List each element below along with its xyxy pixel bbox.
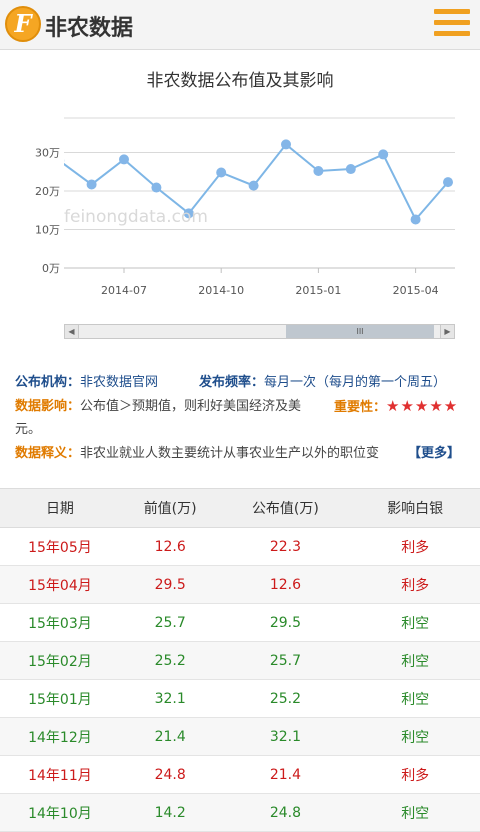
cell-effect: 利空 (350, 603, 480, 642)
data-point[interactable] (378, 149, 389, 160)
importance-stars-icon: ★★★★★ (386, 397, 459, 415)
cell-effect: 利空 (350, 679, 480, 718)
table-row[interactable]: 14年11月 24.8 21.4 利多 (0, 755, 480, 794)
x-tick-label: 2015-04 (393, 284, 439, 297)
col-header-prev[interactable]: 前值(万) (119, 488, 221, 528)
cell-pub: 22.3 (220, 527, 351, 566)
y-tick-label: 10万 (35, 224, 60, 237)
cell-effect: 利空 (350, 717, 480, 756)
info-line-impact: 数据影响：公布值＞预期值，则利好美国经济及美 (15, 396, 301, 417)
frequency-value: 每月一次（每月的第一个周五） (264, 375, 447, 390)
scroll-right-arrow-icon[interactable]: ▶ (440, 325, 454, 338)
cell-effect: 利多 (350, 565, 480, 604)
info-line-impact-cont: 元。 (15, 419, 41, 440)
data-point[interactable] (151, 182, 162, 193)
data-point[interactable] (345, 164, 356, 175)
col-header-pub[interactable]: 公布值(万) (220, 488, 351, 528)
logo-icon[interactable]: F (5, 6, 41, 42)
info-line-importance: 重要性：★★★★★ (334, 396, 458, 418)
cell-effect: 利多 (350, 527, 480, 566)
y-tick-label: 30万 (35, 147, 60, 160)
cell-date: 14年11月 (0, 755, 120, 794)
x-tick-label: 2014-07 (101, 284, 147, 297)
cell-prev: 24.8 (119, 755, 221, 794)
top-bar: F 非农数据 (0, 0, 480, 50)
cell-pub: 21.4 (220, 755, 351, 794)
cell-date: 15年04月 (0, 565, 120, 604)
table-row[interactable]: 15年03月 25.7 29.5 利空 (0, 603, 480, 642)
more-link-wrap: 【更多】 (408, 443, 460, 464)
chart-title: 非农数据公布值及其影响 (146, 71, 334, 91)
table-row[interactable]: 15年04月 29.5 12.6 利多 (0, 565, 480, 604)
data-point[interactable] (248, 180, 259, 191)
data-point[interactable] (410, 214, 421, 225)
table-row[interactable]: 14年12月 21.4 32.1 利空 (0, 717, 480, 756)
importance-label: 重要性： (334, 400, 387, 415)
y-tick-label: 20万 (35, 185, 60, 198)
cell-prev: 25.7 (119, 603, 221, 642)
scroll-thumb[interactable]: III (286, 325, 434, 338)
cell-prev: 29.5 (119, 565, 221, 604)
publisher-value: 非农数据官网 (80, 375, 159, 390)
table-row[interactable]: 14年10月 14.2 24.8 利空 (0, 793, 480, 832)
data-point[interactable] (281, 139, 291, 150)
impact-value-cont: 元。 (15, 422, 42, 437)
info-line-frequency: 发布频率：每月一次（每月的第一个周五） (199, 372, 446, 393)
cell-date: 15年01月 (0, 679, 120, 718)
definition-value: 非农业就业人数主要统计从事农业生产以外的职位变 (80, 446, 380, 461)
cell-pub: 25.7 (220, 641, 351, 680)
logo-text[interactable]: 非农数据 (45, 10, 133, 42)
menu-icon[interactable] (434, 9, 470, 39)
menu-bar-2 (434, 20, 470, 25)
data-point[interactable] (216, 167, 227, 178)
cell-prev: 25.2 (119, 641, 221, 680)
info-line-definition: 数据释义：非农业就业人数主要统计从事农业生产以外的职位变 (15, 443, 379, 464)
cell-pub: 25.2 (220, 679, 351, 718)
cell-effect: 利空 (350, 641, 480, 680)
publisher-label: 公布机构： (15, 375, 81, 390)
table-row[interactable]: 15年02月 25.2 25.7 利空 (0, 641, 480, 680)
cell-prev: 12.6 (119, 527, 221, 566)
x-tick-label: 2015-01 (295, 284, 341, 297)
menu-bar-1 (434, 9, 470, 14)
impact-value: 公布值＞预期值，则利好美国经济及美 (80, 399, 302, 414)
cell-pub: 32.1 (220, 717, 351, 756)
x-tick-label: 2014-10 (198, 284, 244, 297)
col-header-date[interactable]: 日期 (0, 488, 120, 528)
cell-date: 14年10月 (0, 793, 120, 832)
data-point[interactable] (86, 179, 97, 190)
impact-label: 数据影响： (15, 399, 81, 414)
cell-date: 15年02月 (0, 641, 120, 680)
frequency-label: 发布频率： (199, 375, 265, 390)
cell-prev: 32.1 (119, 679, 221, 718)
chart-scrollbar[interactable]: ◀ III ▶ (64, 324, 455, 339)
cell-pub: 29.5 (220, 603, 351, 642)
cell-date: 15年05月 (0, 527, 120, 566)
watermark: feinongdata.com (64, 207, 208, 227)
cell-pub: 24.8 (220, 793, 351, 832)
info-line-publisher: 公布机构：非农数据官网 (15, 372, 158, 393)
cell-date: 15年03月 (0, 603, 120, 642)
more-link[interactable]: 【更多】 (408, 446, 460, 461)
data-point[interactable] (443, 177, 453, 188)
table-row[interactable]: 15年01月 32.1 25.2 利空 (0, 679, 480, 718)
definition-label: 数据释义： (15, 446, 81, 461)
cell-prev: 21.4 (119, 717, 221, 756)
table-row[interactable]: 15年05月 12.6 22.3 利多 (0, 527, 480, 566)
table-header-row: 日期 前值(万) 公布值(万) 影响白银 (0, 488, 480, 528)
data-point[interactable] (313, 165, 324, 176)
cell-pub: 12.6 (220, 565, 351, 604)
cell-effect: 利空 (350, 793, 480, 832)
cell-prev: 14.2 (119, 793, 221, 832)
scroll-left-arrow-icon[interactable]: ◀ (65, 325, 79, 338)
data-point[interactable] (119, 154, 129, 165)
menu-bar-3 (434, 31, 470, 36)
data-table: 日期 前值(万) 公布值(万) 影响白银 15年05月 12.6 22.3 利多… (0, 488, 480, 832)
cell-effect: 利多 (350, 755, 480, 794)
cell-date: 14年12月 (0, 717, 120, 756)
y-tick-label: 0万 (42, 262, 60, 275)
col-header-effect[interactable]: 影响白银 (350, 488, 480, 528)
